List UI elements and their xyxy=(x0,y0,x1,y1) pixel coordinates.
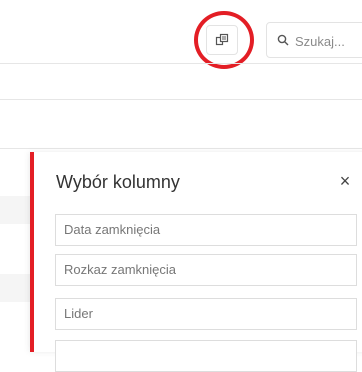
grid-row-strip xyxy=(0,274,30,302)
column-item[interactable]: Data zamknięcia xyxy=(55,214,357,246)
panel-title: Wybór kolumny xyxy=(56,172,180,192)
grid-toolbar xyxy=(0,0,362,69)
column-chooser-button[interactable] xyxy=(206,25,238,55)
search-box[interactable] xyxy=(266,22,362,58)
search-input[interactable] xyxy=(293,31,362,51)
column-item[interactable]: Lider xyxy=(55,298,357,330)
header-divider xyxy=(0,99,362,100)
toolbar-divider xyxy=(0,63,362,64)
search-icon xyxy=(277,34,289,46)
column-chooser-icon xyxy=(215,33,229,46)
column-item[interactable]: Rozkaz zamknięcia xyxy=(55,254,357,286)
close-button[interactable]: × xyxy=(334,170,356,192)
grid-row-strip xyxy=(0,196,30,224)
column-chooser-panel: Wybór kolumny × Data zamknięcia Rozkaz z… xyxy=(30,152,362,372)
row-divider xyxy=(0,148,362,149)
